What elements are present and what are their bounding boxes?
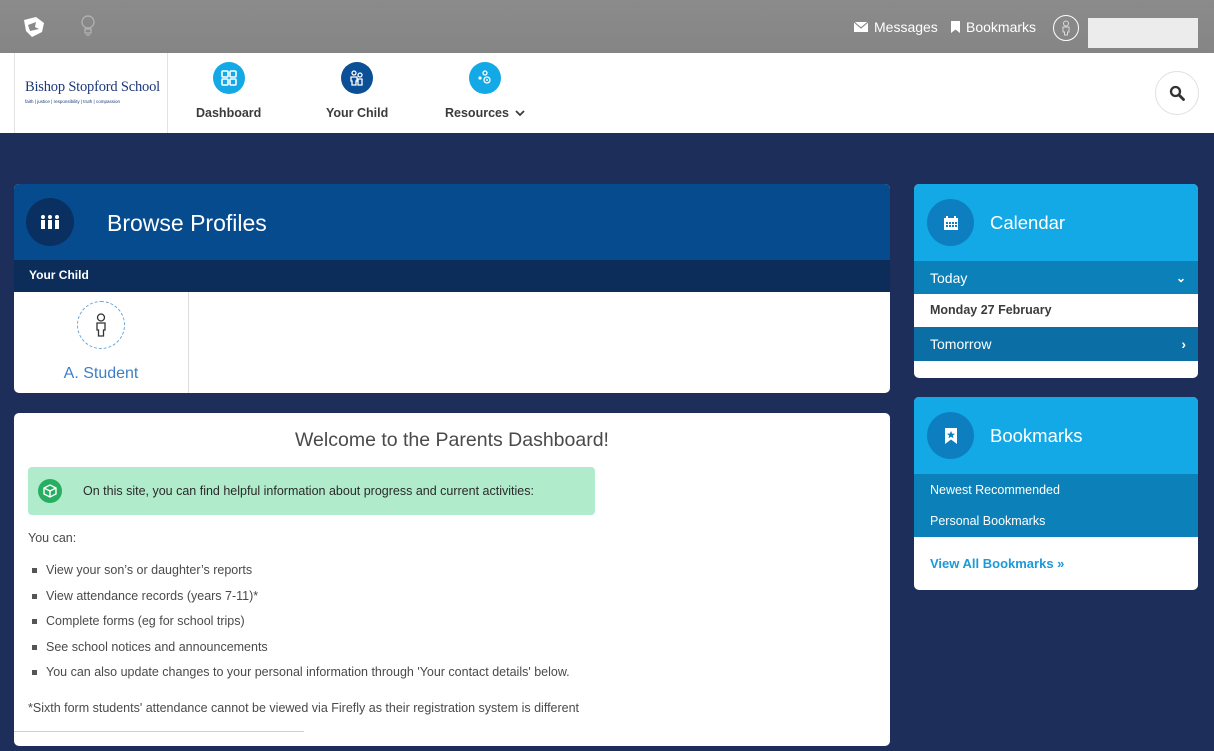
nav-your-child-label: Your Child bbox=[326, 106, 389, 120]
bookmarks-link[interactable]: Bookmarks bbox=[951, 19, 1036, 35]
child-profile-card[interactable]: A. Student bbox=[14, 292, 189, 393]
today-label: Today bbox=[930, 269, 968, 286]
calendar-tomorrow-toggle[interactable]: Tomorrow › bbox=[914, 327, 1198, 361]
main-nav: Bishop Stopford School faith | justice |… bbox=[0, 53, 1214, 133]
nav-dashboard-label: Dashboard bbox=[196, 106, 262, 120]
welcome-panel: Welcome to the Parents Dashboard! On thi… bbox=[14, 413, 890, 746]
calendar-today-toggle[interactable]: Today ⌄ bbox=[914, 261, 1198, 294]
school-name: Bishop Stopford School bbox=[25, 79, 160, 95]
chevron-right-icon: › bbox=[1181, 336, 1186, 352]
messages-label: Messages bbox=[874, 19, 938, 35]
search-icon bbox=[1169, 85, 1185, 101]
nav-your-child[interactable]: Your Child bbox=[326, 62, 388, 120]
list-item: Complete forms (eg for school trips) bbox=[28, 614, 570, 640]
nav-dashboard[interactable]: Dashboard bbox=[196, 62, 261, 120]
school-motto: faith | justice | responsibility | truth… bbox=[25, 99, 120, 104]
feature-list: View your son’s or daughter’s reports Vi… bbox=[28, 563, 570, 691]
browse-profiles-header: Browse Profiles bbox=[14, 184, 890, 260]
info-box: On this site, you can find helpful infor… bbox=[28, 467, 595, 515]
info-text: On this site, you can find helpful infor… bbox=[83, 484, 534, 498]
firefly-logo-icon[interactable] bbox=[22, 16, 46, 38]
your-child-section-label: Your Child bbox=[14, 260, 890, 292]
bookmarks-panel: Bookmarks Newest Recommended Personal Bo… bbox=[914, 397, 1198, 590]
child-name[interactable]: A. Student bbox=[64, 365, 139, 383]
envelope-icon bbox=[854, 22, 868, 32]
bookmark-star-icon bbox=[927, 412, 974, 459]
calendar-icon bbox=[927, 199, 974, 246]
nav-resources[interactable]: Resources bbox=[445, 62, 526, 120]
user-name-box[interactable] bbox=[1088, 18, 1198, 48]
messages-link[interactable]: Messages bbox=[854, 19, 938, 35]
bookmark-icon bbox=[951, 21, 960, 33]
dashboard-grid-icon bbox=[212, 62, 245, 94]
calendar-title: Calendar bbox=[990, 212, 1066, 233]
calendar-header: Calendar bbox=[914, 184, 1198, 261]
top-bar: Messages Bookmarks bbox=[0, 0, 1214, 53]
personal-bookmarks-tab[interactable]: Personal Bookmarks bbox=[914, 505, 1198, 537]
view-all-bookmarks-link[interactable]: View All Bookmarks » bbox=[930, 556, 1064, 571]
person-icon bbox=[1062, 20, 1070, 36]
lightbulb-icon[interactable] bbox=[80, 14, 96, 38]
list-item: View attendance records (years 7-11)* bbox=[28, 589, 570, 615]
calendar-panel: Calendar Today ⌄ Monday 27 February Tomo… bbox=[914, 184, 1198, 378]
resources-icon bbox=[469, 62, 502, 94]
child-people-icon bbox=[341, 62, 374, 94]
welcome-title: Welcome to the Parents Dashboard! bbox=[295, 429, 609, 451]
bookmarks-label: Bookmarks bbox=[966, 19, 1037, 35]
divider bbox=[14, 731, 304, 732]
bookmarks-title: Bookmarks bbox=[990, 425, 1083, 446]
main-content: Browse Profiles Your Child A. Student We… bbox=[0, 133, 1214, 751]
nav-resources-text: Resources bbox=[445, 106, 509, 120]
person-icon bbox=[96, 313, 106, 337]
cube-icon bbox=[38, 479, 62, 503]
today-date: Monday 27 February bbox=[930, 303, 1052, 317]
user-avatar[interactable] bbox=[1053, 15, 1079, 41]
search-button[interactable] bbox=[1155, 71, 1199, 115]
chevron-down-icon: ⌄ bbox=[1175, 270, 1186, 285]
list-item: See school notices and announcements bbox=[28, 640, 570, 666]
chevron-down-icon bbox=[515, 110, 526, 117]
child-avatar bbox=[77, 301, 125, 349]
family-icon bbox=[26, 198, 74, 246]
newest-recommended-tab[interactable]: Newest Recommended bbox=[914, 474, 1198, 506]
attendance-footnote: *Sixth form students' attendance cannot … bbox=[28, 701, 580, 715]
school-logo[interactable]: Bishop Stopford School faith | justice |… bbox=[14, 53, 168, 133]
list-item: You can also update changes to your pers… bbox=[28, 665, 570, 691]
browse-profiles-title: Browse Profiles bbox=[107, 210, 267, 236]
nav-resources-label: Resources bbox=[445, 106, 526, 120]
bookmarks-header: Bookmarks bbox=[914, 397, 1198, 474]
tomorrow-label: Tomorrow bbox=[930, 336, 992, 352]
list-item: View your son’s or daughter’s reports bbox=[28, 563, 570, 589]
browse-profiles-panel: Browse Profiles Your Child A. Student bbox=[14, 184, 890, 393]
you-can-intro: You can: bbox=[28, 531, 77, 545]
